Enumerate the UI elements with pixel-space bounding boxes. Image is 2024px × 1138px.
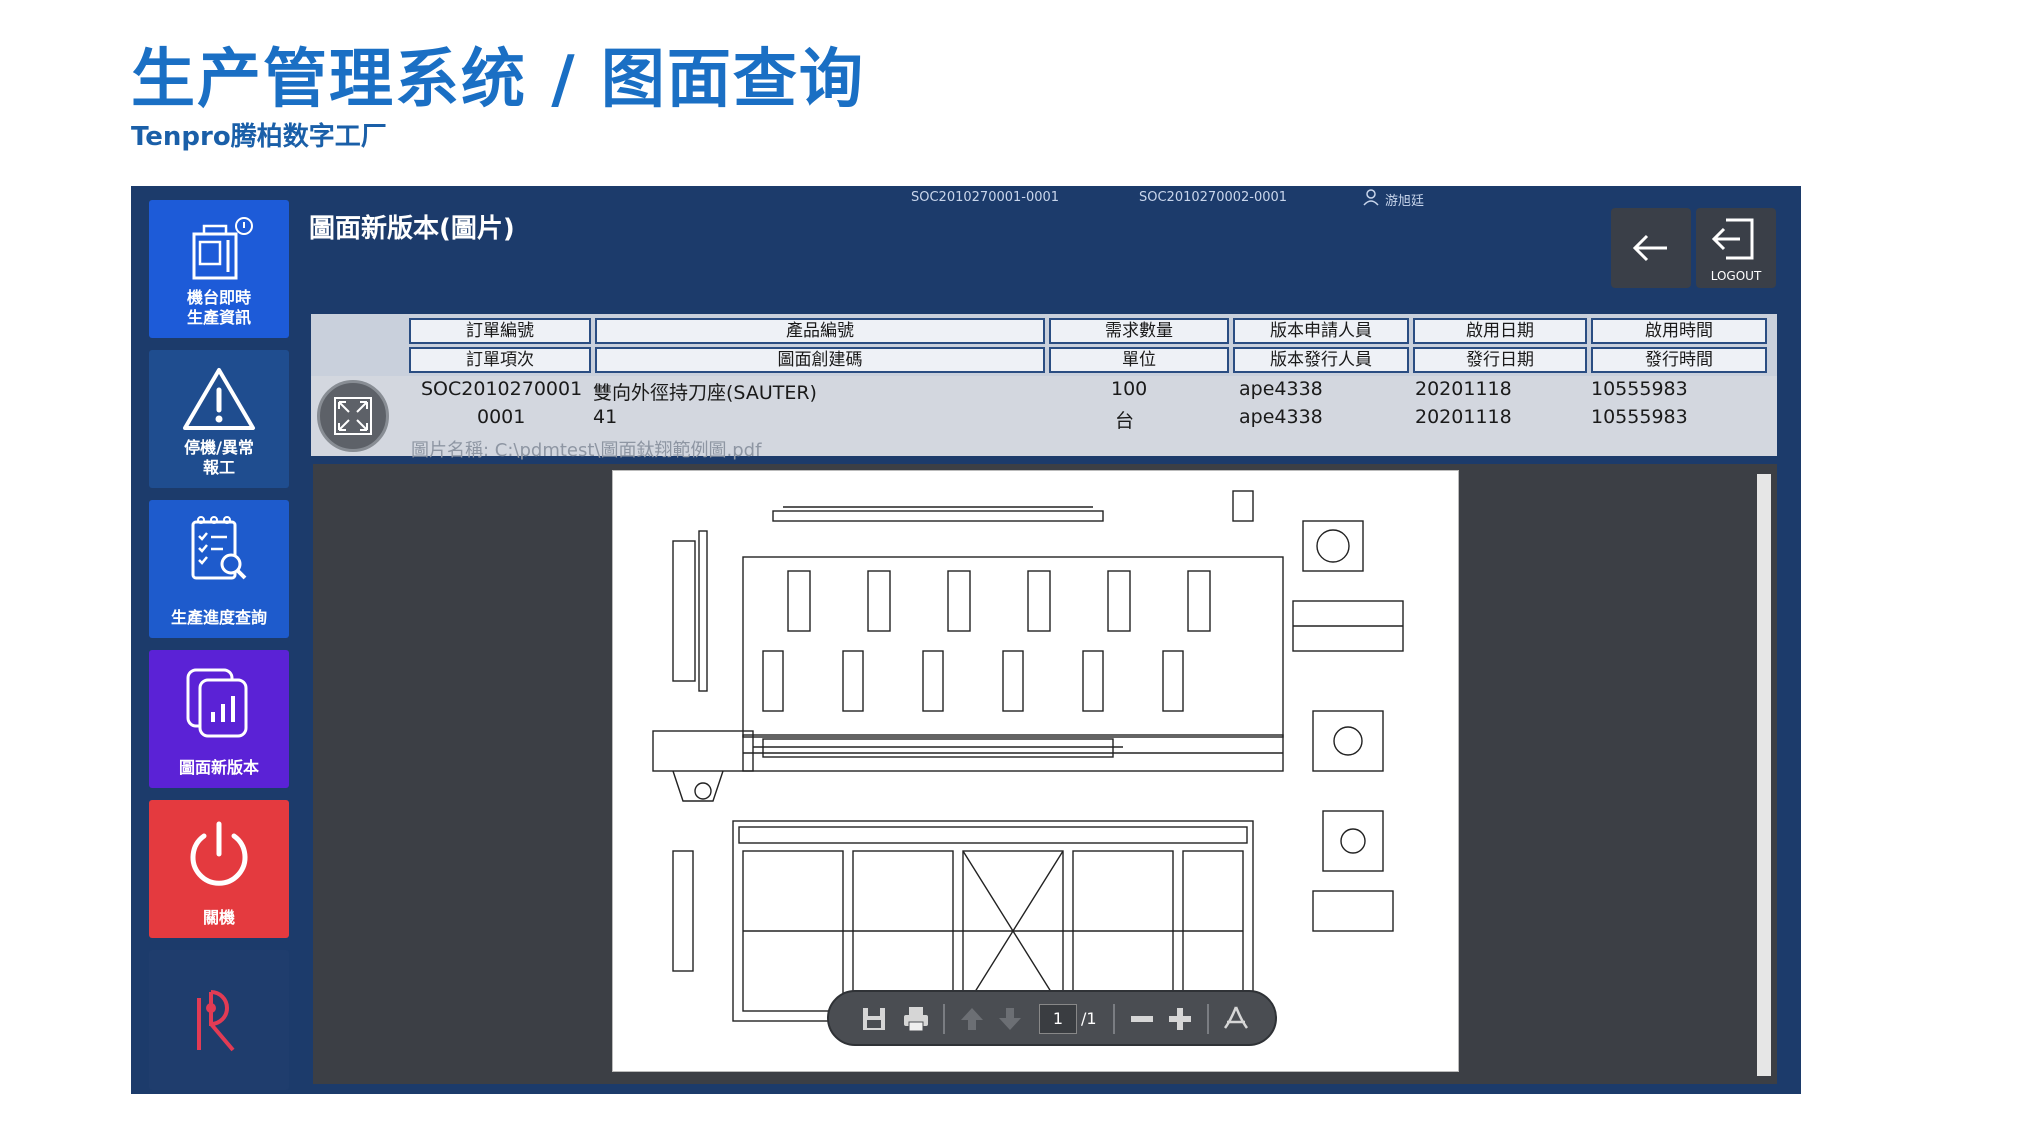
top-status-bar: SOC2010270001-0001 SOC2010270002-0001 游旭…: [131, 186, 1801, 209]
order-code-1: SOC2010270001-0001: [911, 190, 1060, 205]
back-button[interactable]: [1611, 208, 1691, 288]
column-header: 單位: [1049, 347, 1229, 373]
column-header: 產品編號: [595, 318, 1045, 344]
clipboard-search-icon: [191, 516, 247, 580]
release-time: 10555983: [1591, 406, 1688, 428]
power-icon: [190, 821, 248, 886]
column-header: 發行日期: [1413, 347, 1587, 373]
drawing-code: 41: [593, 406, 618, 428]
release-date: 20201118: [1415, 406, 1512, 428]
technical-drawing: [652, 490, 1404, 1022]
required-quantity: 100: [1111, 378, 1148, 400]
slide-subtitle: Tenpro腾柏数字工厂: [131, 122, 387, 152]
fullscreen-button[interactable]: [317, 380, 389, 452]
table-data: SOC2010270001 雙向外徑持刀座(SAUTER) 100 ape433…: [311, 376, 1777, 461]
column-header: 版本發行人員: [1233, 347, 1409, 373]
version-publisher: ape4338: [1239, 406, 1323, 428]
toolbar-divider: [1113, 1004, 1115, 1034]
sidebar-item-progress[interactable]: 生產進度查詢: [149, 500, 289, 638]
machine-icon: [192, 217, 253, 280]
vertical-scrollbar[interactable]: [1757, 474, 1771, 1076]
arrow-left-icon: [1632, 234, 1667, 262]
zoom-in-icon[interactable]: [1165, 1004, 1195, 1034]
order-code-2: SOC2010270002-0001: [1139, 190, 1288, 205]
user-icon: [1363, 189, 1379, 206]
pdf-toolbar: 1 /1: [827, 990, 1277, 1046]
order-number: SOC2010270001: [421, 378, 583, 400]
app-window: SOC2010270001-0001 SOC2010270002-0001 游旭…: [131, 186, 1801, 1094]
unit: 台: [1115, 410, 1135, 432]
print-icon[interactable]: [901, 1004, 931, 1034]
column-header: 圖面創建碼: [595, 347, 1045, 373]
product-number: 雙向外徑持刀座(SAUTER): [593, 382, 817, 404]
sidebar-item-shutdown[interactable]: 關機: [149, 800, 289, 938]
version-applicant: ape4338: [1239, 378, 1323, 400]
table-header-row: 訂單編號 產品編號 需求數量 版本申請人員 啟用日期 啟用時間: [409, 318, 1771, 344]
enable-time: 10555983: [1591, 378, 1688, 400]
zoom-out-icon[interactable]: [1127, 1004, 1157, 1034]
order-item: 0001: [477, 406, 526, 428]
sidebar-item-label: 機台即時 生產資訊: [186, 288, 251, 327]
order-info-panel: 訂單編號 產品編號 需求數量 版本申請人員 啟用日期 啟用時間 訂單項次 圖面創…: [311, 314, 1777, 461]
column-header: 版本申請人員: [1233, 318, 1409, 344]
page-up-icon[interactable]: [957, 1004, 987, 1034]
column-header: 啟用日期: [1413, 318, 1587, 344]
sidebar-item-label: 關機: [202, 908, 235, 927]
logout-icon: [1711, 218, 1754, 260]
pdf-viewer: 1 /1: [313, 464, 1777, 1084]
sidebar-item-drawing-version[interactable]: 圖面新版本: [149, 650, 289, 788]
user-name: 游旭廷: [1385, 194, 1425, 209]
sidebar-item-label: 圖面新版本: [178, 758, 259, 777]
warning-icon: [183, 368, 255, 430]
logout-label: LOGOUT: [1710, 269, 1762, 283]
toolbar-divider: [1207, 1004, 1209, 1034]
page-total: /1: [1081, 1009, 1097, 1028]
page-title: 圖面新版本(圖片): [309, 214, 515, 244]
main-content: 圖面新版本(圖片) LOGOUT 訂單編號 產品編號 需求數量 版本申請人員 啟…: [309, 208, 1785, 1084]
tenpro-logo-tile: [149, 950, 289, 1090]
logout-button[interactable]: LOGOUT: [1696, 208, 1776, 288]
tenpro-logo: [197, 990, 235, 1052]
expand-icon: [334, 397, 372, 435]
sidebar-item-label: 停機/異常 報工: [184, 438, 254, 477]
column-header: 訂單編號: [409, 318, 591, 344]
sidebar-item-label: 生產進度查詢: [170, 608, 267, 627]
table-header-row: 訂單項次 圖面創建碼 單位 版本發行人員 發行日期 發行時間: [409, 347, 1771, 373]
toolbar-divider: [943, 1004, 945, 1034]
column-header: 啟用時間: [1591, 318, 1767, 344]
acrobat-icon[interactable]: [1221, 1004, 1251, 1034]
sidebar-item-machine-info[interactable]: 機台即時 生產資訊: [149, 200, 289, 338]
page-down-icon[interactable]: [995, 1004, 1025, 1034]
column-header: 發行時間: [1591, 347, 1767, 373]
enable-date: 20201118: [1415, 378, 1512, 400]
drawing-page[interactable]: [612, 470, 1459, 1072]
column-header: 訂單項次: [409, 347, 591, 373]
slide: 生产管理系统 / 图面查询 Tenpro腾柏数字工厂 SOC2010270001…: [0, 0, 2024, 1138]
file-name: 圖片名稱: C:\pdmtest\圖面鈦翔範例圖.pdf: [411, 440, 762, 461]
column-header: 需求數量: [1049, 318, 1229, 344]
save-icon[interactable]: [859, 1004, 889, 1034]
sidebar-item-downtime[interactable]: 停機/異常 報工: [149, 350, 289, 488]
slide-title: 生产管理系统 / 图面查询: [131, 43, 865, 117]
page-number-input[interactable]: 1: [1039, 1004, 1077, 1034]
chart-docs-icon: [186, 668, 248, 738]
